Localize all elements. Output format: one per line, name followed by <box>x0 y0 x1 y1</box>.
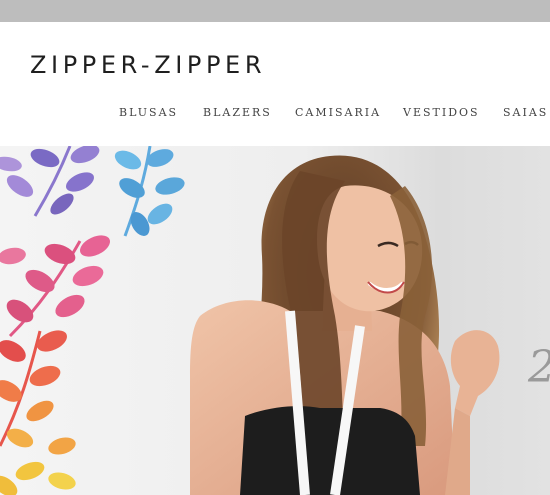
hero-banner[interactable]: 2 <box>0 146 550 495</box>
watercolor-leaves-decoration <box>0 146 185 495</box>
site-header: ZIPPER-ZIPPER BLUSAS BLAZERS CAMISARIA V… <box>0 22 550 146</box>
browser-top-strip <box>0 0 550 22</box>
model-photo <box>190 155 500 495</box>
nav-item-blazers[interactable]: BLAZERS <box>203 106 272 119</box>
site-logo[interactable]: ZIPPER-ZIPPER <box>30 51 266 79</box>
nav-item-camisaria[interactable]: CAMISARIA <box>295 106 381 119</box>
nav-item-saias[interactable]: SAIAS <box>503 106 548 119</box>
main-navigation: BLUSAS BLAZERS CAMISARIA VESTIDOS SAIAS <box>0 106 550 124</box>
nav-item-vestidos[interactable]: VESTIDOS <box>403 106 480 119</box>
hero-number-text: 2 <box>528 342 550 393</box>
hero-illustration <box>0 146 500 495</box>
nav-item-blusas[interactable]: BLUSAS <box>119 106 178 119</box>
